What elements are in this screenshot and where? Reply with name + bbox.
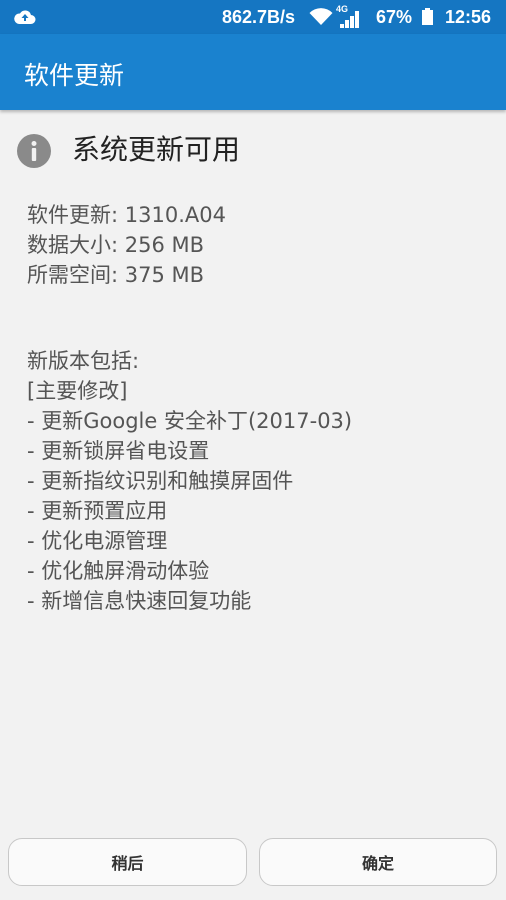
list-item: - 优化触屏滑动体验 <box>27 559 210 583</box>
info-size: 数据大小: 256 MB <box>27 233 205 257</box>
list-item: - 优化电源管理 <box>27 529 168 553</box>
net-speed: 862.7B/s <box>222 7 296 27</box>
info-icon <box>17 134 51 168</box>
info-space: 所需空间: 375 MB <box>27 263 205 287</box>
clock: 12:56 <box>445 7 492 27</box>
cloud-upload-icon <box>14 8 36 30</box>
info-version: 软件更新: 1310.A04 <box>27 203 226 227</box>
signal-icon <box>340 10 362 33</box>
list-item: - 更新锁屏省电设置 <box>27 439 210 463</box>
battery-percent: 67% <box>376 7 413 27</box>
list-item: - 更新指纹识别和触摸屏固件 <box>27 469 294 493</box>
update-info: 软件更新: 1310.A04 数据大小: 256 MB 所需空间: 375 MB <box>27 200 226 290</box>
list-item: - 新增信息快速回复功能 <box>27 589 252 613</box>
status-bar: 862.7B/s 4G 67% 12:56 <box>0 0 506 34</box>
list-item: - 更新预置应用 <box>27 499 168 523</box>
update-heading: 系统更新可用 <box>72 133 241 166</box>
battery-icon <box>422 8 433 25</box>
notes-section: [主要修改] <box>27 379 128 403</box>
app-bar: 软件更新 <box>0 34 506 110</box>
notes-intro: 新版本包括: <box>27 349 140 373</box>
ok-button[interactable]: 确定 <box>259 838 497 886</box>
app-title: 软件更新 <box>24 61 125 90</box>
release-notes: 新版本包括: [主要修改] - 更新Google 安全补丁(2017-03) -… <box>27 346 352 616</box>
later-button[interactable]: 稍后 <box>8 838 247 886</box>
list-item: - 更新Google 安全补丁(2017-03) <box>27 409 353 433</box>
wifi-icon <box>309 8 333 31</box>
